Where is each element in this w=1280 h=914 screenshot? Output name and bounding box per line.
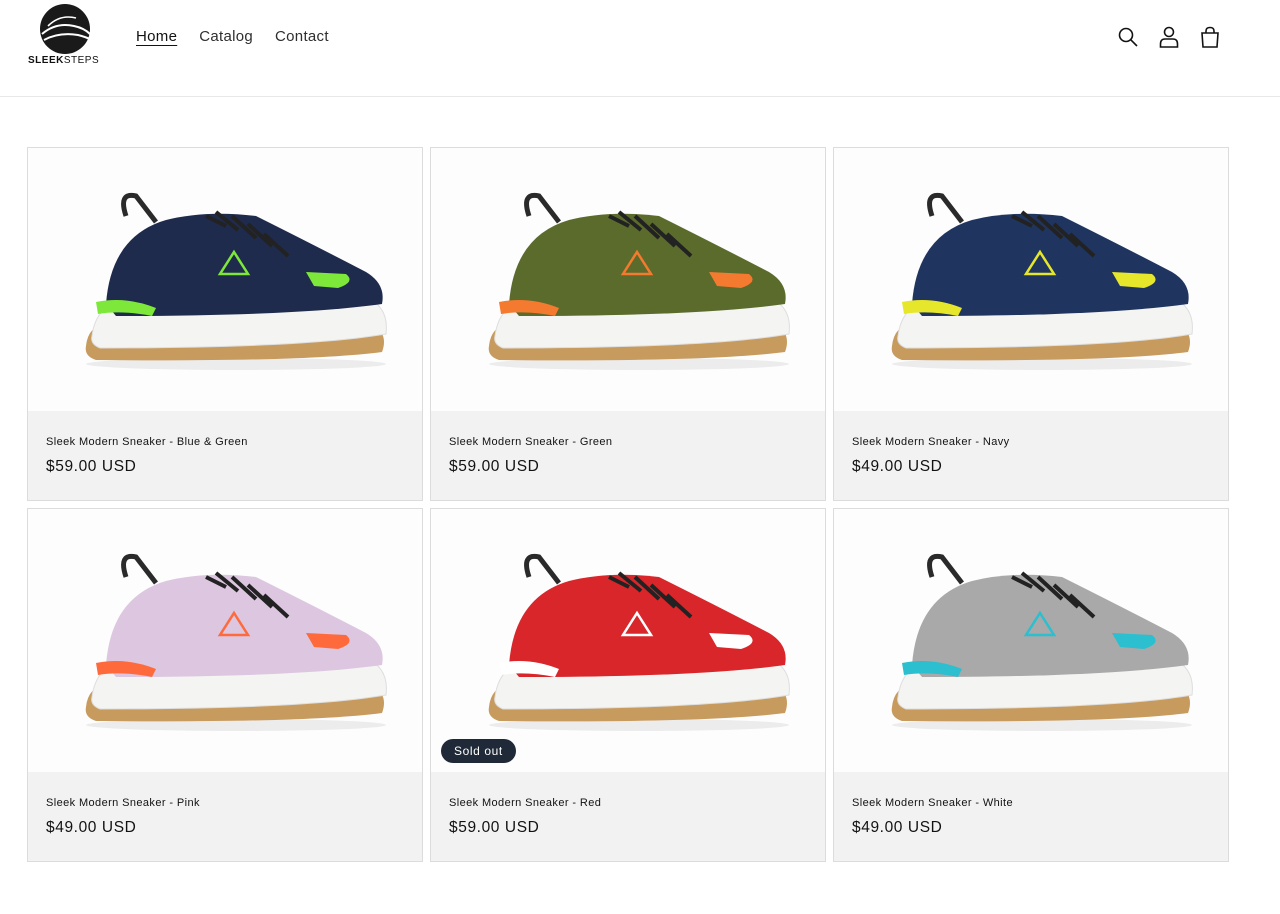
sold-out-badge: Sold out — [441, 739, 516, 763]
site-header: SLEEKSTEPS Home Catalog Contact — [0, 0, 1280, 97]
product-card[interactable]: Sold out Sleek Modern Sneaker - Red $59.0… — [430, 508, 826, 862]
product-card[interactable]: Sleek Modern Sneaker - White $49.00 USD — [833, 508, 1229, 862]
brand-name: SLEEKSTEPS — [28, 55, 100, 66]
product-image[interactable] — [28, 148, 422, 411]
main-nav: Home Catalog Contact — [136, 28, 329, 45]
product-card[interactable]: Sleek Modern Sneaker - Pink $49.00 USD — [27, 508, 423, 862]
cart-icon[interactable] — [1199, 25, 1221, 49]
sneaker-icon — [488, 553, 790, 731]
product-price: $49.00 USD — [852, 819, 943, 836]
sneaker-icon — [891, 192, 1193, 370]
nav-catalog-link[interactable]: Catalog — [199, 28, 253, 45]
product-price: $59.00 USD — [46, 458, 137, 475]
search-icon[interactable] — [1117, 25, 1139, 49]
product-grid: Sleek Modern Sneaker - Blue & Green $59.0… — [27, 147, 1229, 862]
product-title[interactable]: Sleek Modern Sneaker - Green — [449, 436, 807, 448]
sneaker-icon — [85, 192, 387, 370]
product-image[interactable] — [834, 148, 1228, 411]
product-title[interactable]: Sleek Modern Sneaker - Pink — [46, 797, 404, 809]
product-title[interactable]: Sleek Modern Sneaker - Navy — [852, 436, 1210, 448]
product-image[interactable] — [431, 509, 825, 772]
sneaker-icon — [85, 553, 387, 731]
product-card[interactable]: Sleek Modern Sneaker - Navy $49.00 USD — [833, 147, 1229, 501]
product-image[interactable] — [28, 509, 422, 772]
product-title[interactable]: Sleek Modern Sneaker - Blue & Green — [46, 436, 404, 448]
nav-contact-link[interactable]: Contact — [275, 28, 329, 45]
product-card[interactable]: Sleek Modern Sneaker - Blue & Green $59.0… — [27, 147, 423, 501]
product-price: $59.00 USD — [449, 458, 540, 475]
sneaker-logo-icon — [40, 4, 93, 54]
product-image[interactable] — [431, 148, 825, 411]
brand-logo[interactable]: SLEEKSTEPS — [28, 4, 102, 66]
product-image[interactable] — [834, 509, 1228, 772]
product-price: $49.00 USD — [46, 819, 137, 836]
product-price: $49.00 USD — [852, 458, 943, 475]
sneaker-icon — [488, 192, 790, 370]
sneaker-icon — [891, 553, 1193, 731]
account-icon[interactable] — [1158, 25, 1180, 49]
product-card[interactable]: Sleek Modern Sneaker - Green $59.00 USD — [430, 147, 826, 501]
nav-home-link[interactable]: Home — [136, 28, 177, 45]
product-title[interactable]: Sleek Modern Sneaker - White — [852, 797, 1210, 809]
product-title[interactable]: Sleek Modern Sneaker - Red — [449, 797, 807, 809]
header-actions — [1117, 25, 1221, 49]
product-price: $59.00 USD — [449, 819, 540, 836]
